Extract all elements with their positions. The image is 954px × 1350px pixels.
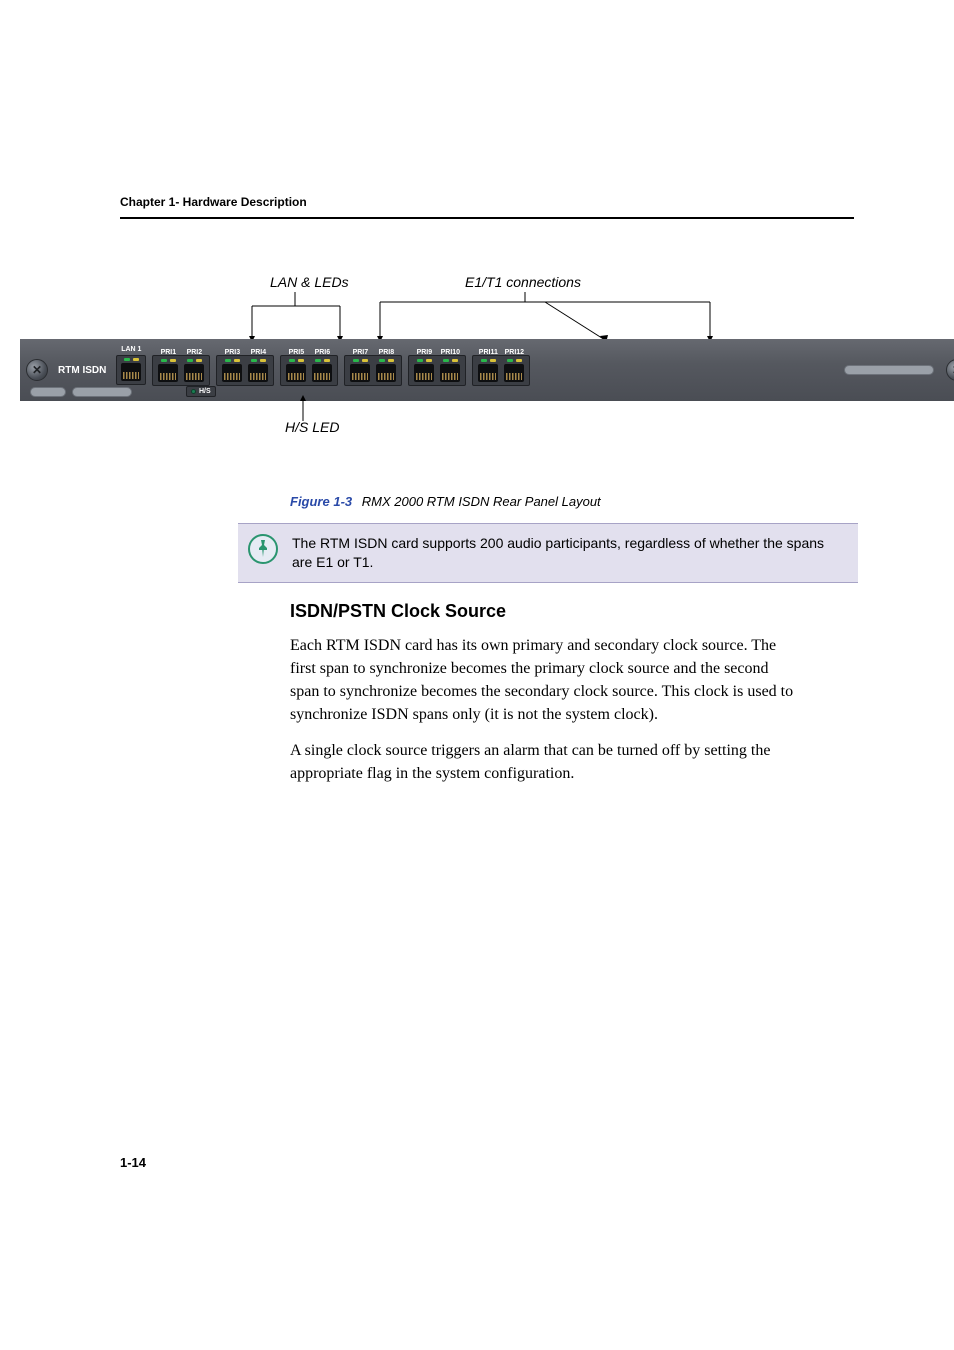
pushpin-icon — [248, 534, 278, 564]
pri-port: PRI12 — [504, 359, 524, 382]
pri-port-label: PRI2 — [187, 349, 203, 356]
pri-port: PRI9 — [414, 359, 434, 382]
rj45-port-icon — [158, 364, 178, 382]
pri-port-label: PRI3 — [225, 349, 241, 356]
lan-port-box: LAN 1 — [116, 355, 146, 385]
pri-port-label: PRI9 — [417, 349, 433, 356]
hs-led-label: H/S LED — [285, 419, 339, 435]
section-heading: ISDN/PSTN Clock Source — [290, 601, 854, 622]
rj45-port-icon — [414, 364, 434, 382]
pri-port-label: PRI12 — [505, 349, 524, 356]
pri-port: PRI2 — [184, 359, 204, 382]
chapter-header: Chapter 1- Hardware Description — [120, 195, 854, 209]
pri-port-group: PRI5 PRI6 — [280, 355, 338, 386]
hs-text: H/S — [199, 388, 211, 395]
rj45-port-icon — [248, 364, 268, 382]
figure-number: Figure 1-3 — [290, 494, 352, 509]
rj45-port-icon — [286, 364, 306, 382]
rtm-isdn-panel: ✕ RTM ISDN LAN 1 PRI1PRI2PRI3PRI4PRI5PRI… — [20, 339, 954, 401]
pri-port: PRI3 — [222, 359, 242, 382]
screw-icon: ✕ — [946, 359, 954, 381]
pri-port-group: PRI7 PRI8 — [344, 355, 402, 386]
screw-icon: ✕ — [26, 359, 48, 381]
figure-caption: Figure 1-3 RMX 2000 RTM ISDN Rear Panel … — [290, 494, 854, 509]
rj45-port-icon — [222, 364, 242, 382]
hs-led-indicator: H/S — [186, 386, 216, 397]
page: Chapter 1- Hardware Description LAN & LE… — [0, 0, 954, 1350]
pri-port: PRI1 — [158, 359, 178, 382]
e1t1-label: E1/T1 connections — [465, 274, 581, 290]
pri-port-label: PRI1 — [161, 349, 177, 356]
pri-port: PRI7 — [350, 359, 370, 382]
body-paragraph: Each RTM ISDN card has its own primary a… — [290, 634, 794, 727]
header-rule — [120, 217, 854, 219]
tray-icon — [844, 365, 934, 375]
pri-port-group: PRI11 PRI12 — [472, 355, 530, 386]
panel-diagram: LAN & LEDs E1/T1 connections — [120, 274, 854, 484]
rj45-port-icon — [312, 364, 332, 382]
pri-port-label: PRI6 — [315, 349, 331, 356]
pri-port: PRI4 — [248, 359, 268, 382]
rj45-port-icon — [478, 364, 498, 382]
lan-port-label: LAN 1 — [121, 346, 141, 353]
pri-port: PRI6 — [312, 359, 332, 382]
rj45-port-icon — [376, 364, 396, 382]
pri-port-group: PRI1 PRI2 — [152, 355, 210, 386]
pri-port: PRI8 — [376, 359, 396, 382]
leader-line-lan — [240, 292, 370, 344]
panel-title: RTM ISDN — [58, 365, 106, 376]
pri-port: PRI11 — [478, 359, 498, 382]
pri-port: PRI5 — [286, 359, 306, 382]
rj45-port-icon — [184, 364, 204, 382]
pri-port-label: PRI8 — [379, 349, 395, 356]
body-paragraph: A single clock source triggers an alarm … — [290, 739, 794, 785]
pri-port-label: PRI5 — [289, 349, 305, 356]
lan-leds-label: LAN & LEDs — [270, 274, 349, 290]
pri-port-label: PRI11 — [479, 349, 498, 356]
leader-line-e1t1 — [370, 292, 730, 344]
note-text: The RTM ISDN card supports 200 audio par… — [292, 534, 844, 572]
rj45-port-icon — [504, 364, 524, 382]
rj45-port-icon — [121, 363, 141, 381]
rj45-port-icon — [440, 364, 460, 382]
note-block: The RTM ISDN card supports 200 audio par… — [238, 523, 858, 583]
tray-icon — [72, 387, 132, 397]
tray-icon — [30, 387, 66, 397]
pri-port-group: PRI3 PRI4 — [216, 355, 274, 386]
figure-text: RMX 2000 RTM ISDN Rear Panel Layout — [362, 494, 601, 509]
pri-port-label: PRI7 — [353, 349, 369, 356]
pri-port-group: PRI9 PRI10 — [408, 355, 466, 386]
pri-port: PRI10 — [440, 359, 460, 382]
page-number: 1-14 — [120, 1155, 146, 1170]
pri-port-label: PRI4 — [251, 349, 267, 356]
rj45-port-icon — [350, 364, 370, 382]
pri-port-label: PRI10 — [441, 349, 460, 356]
